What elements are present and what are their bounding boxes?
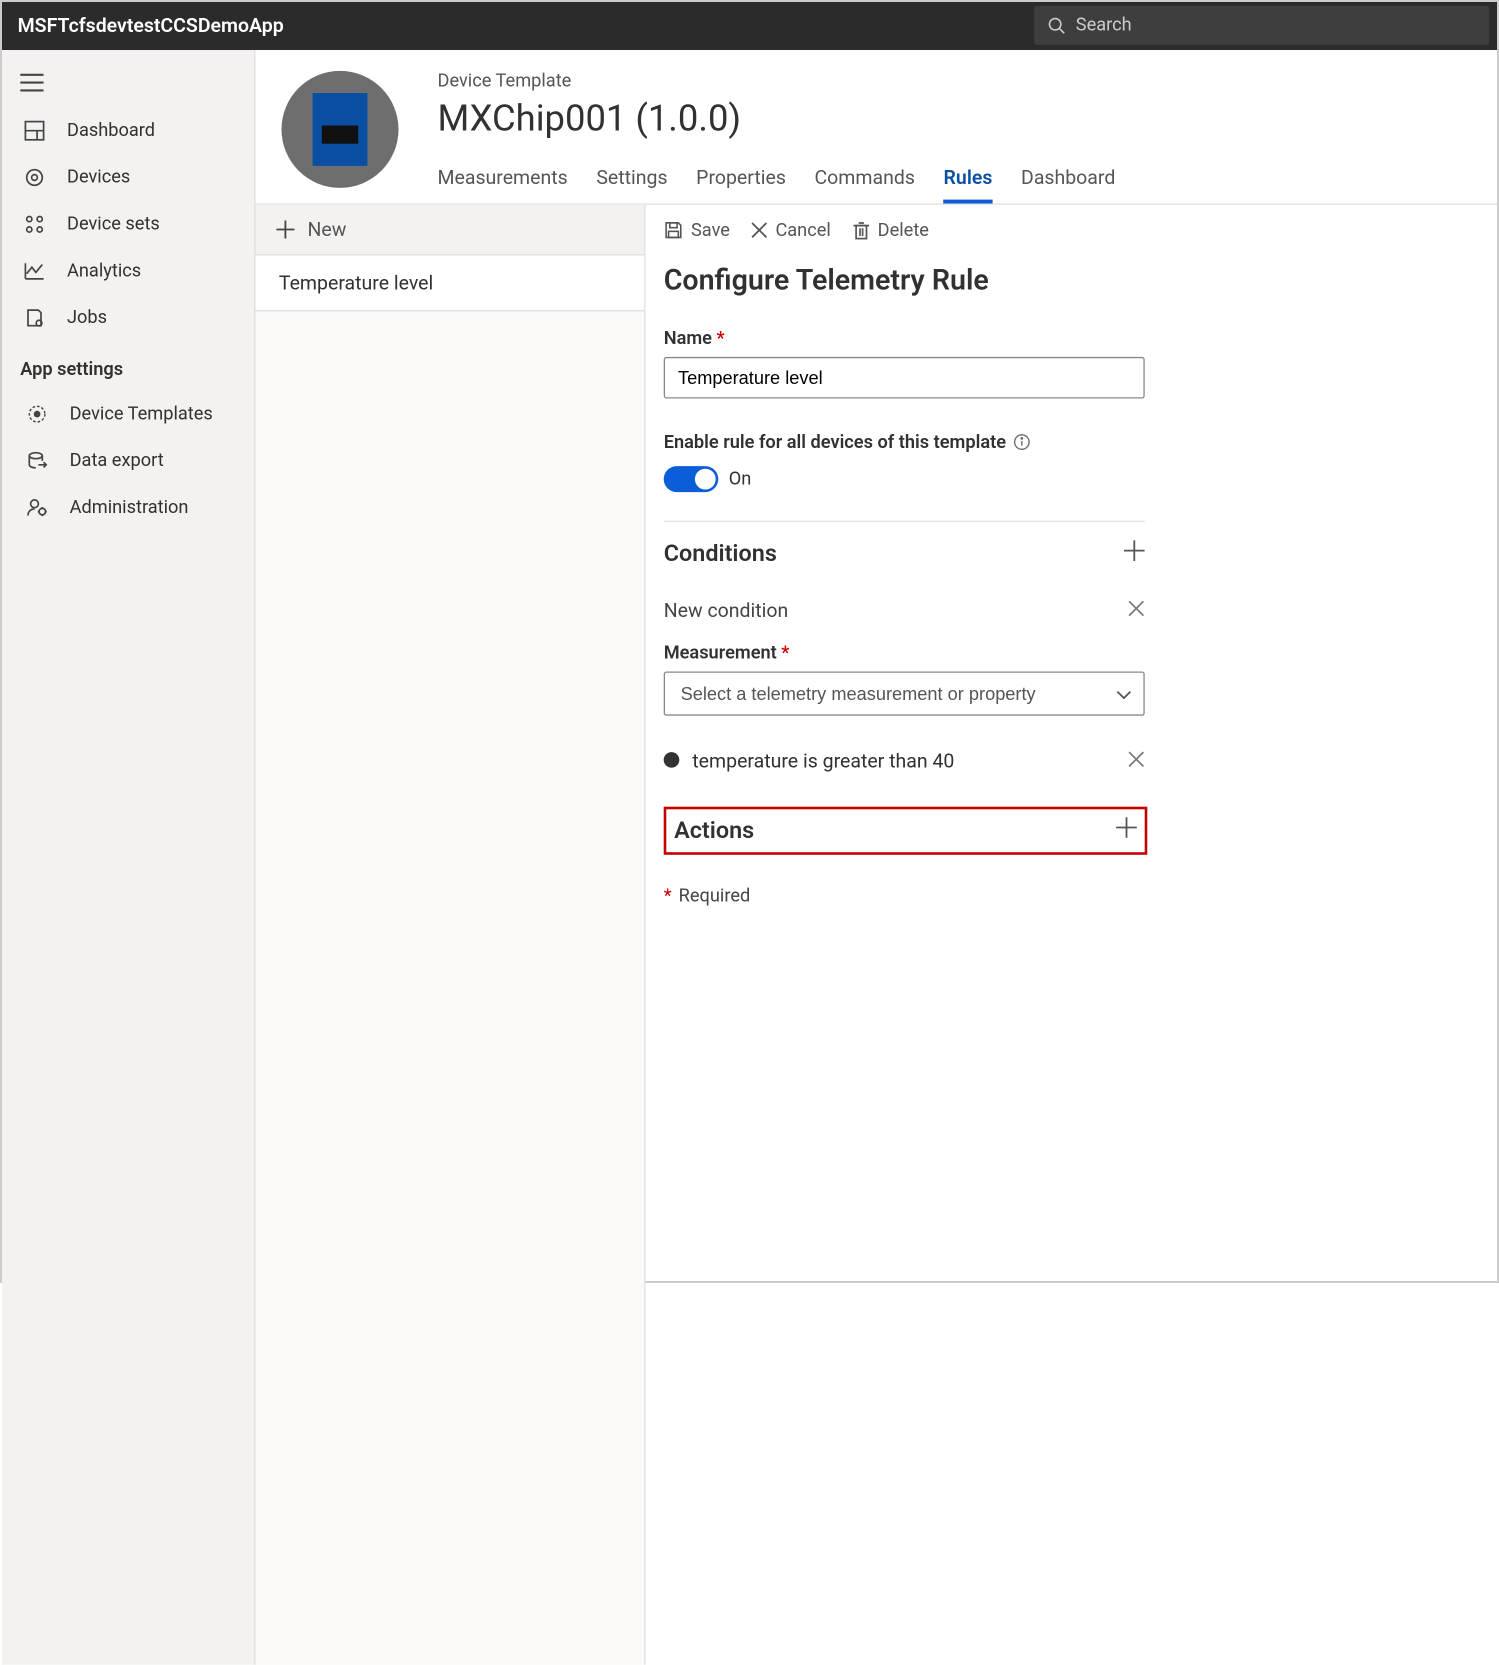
breadcrumb: Device Template [437,71,1115,92]
name-label: Name * [664,328,1479,349]
actions-section: Actions [664,807,1148,855]
add-condition-button[interactable] [1124,540,1145,567]
measurement-label: Measurement * [664,643,1479,664]
plus-icon [1124,540,1145,561]
tab-dashboard[interactable]: Dashboard [1021,166,1115,204]
conditions-label: Conditions [664,540,777,567]
save-button[interactable]: Save [664,220,730,241]
plus-icon [276,220,294,238]
enable-toggle[interactable] [664,466,719,492]
analytics-icon [20,261,49,282]
bullet-icon [664,752,680,768]
rule-list-item[interactable]: Temperature level [255,255,644,311]
sidebar-item-data-export[interactable]: Data export [2,437,254,484]
sidebar-item-label: Administration [70,497,189,518]
sidebar-item-label: Devices [67,167,130,188]
device-sets-icon [20,214,49,235]
hamburger-icon[interactable] [2,63,254,107]
remove-condition-button[interactable] [1128,749,1145,772]
admin-icon [23,497,52,518]
rule-form-title: Configure Telemetry Rule [664,264,1479,297]
close-icon [1128,600,1145,617]
plus-icon [1116,817,1137,838]
devices-icon [20,167,49,188]
enable-label: Enable rule for all devices of this temp… [664,432,1479,453]
close-icon [751,222,768,239]
tabs: Measurements Settings Properties Command… [437,166,1115,204]
sidebar-item-administration[interactable]: Administration [2,484,254,531]
sidebar-item-label: Device sets [67,214,160,235]
sidebar-item-device-sets[interactable]: Device sets [2,201,254,248]
tab-settings[interactable]: Settings [596,166,667,204]
rule-detail-panel: Save Cancel Delete Configure Telemetry R… [646,205,1498,1665]
sidebar-item-label: Dashboard [67,120,155,141]
search-input[interactable]: Search [1034,6,1489,45]
rules-list-panel: New Temperature level [255,205,645,1665]
export-icon [23,450,52,471]
tab-commands[interactable]: Commands [814,166,914,204]
info-icon[interactable] [1014,434,1031,451]
sidebar-item-label: Jobs [67,307,107,328]
cancel-button[interactable]: Cancel [751,220,831,241]
sidebar-item-dashboard[interactable]: Dashboard [2,107,254,154]
toggle-state-label: On [729,469,752,490]
jobs-icon [20,307,49,328]
dashboard-icon [20,120,49,141]
sidebar-item-label: Data export [70,450,164,471]
tab-measurements[interactable]: Measurements [437,166,567,204]
sidebar-item-jobs[interactable]: Jobs [2,294,254,341]
trash-icon [852,221,870,241]
close-icon [1128,751,1145,768]
save-icon [664,221,684,241]
search-icon [1047,17,1065,35]
sidebar-item-label: Device Templates [70,404,213,425]
templates-icon [23,404,52,425]
top-bar: MSFTcfsdevtestCCSDemoApp Search [2,2,1497,50]
rule-name-input[interactable] [664,357,1145,399]
add-action-button[interactable] [1116,817,1137,844]
required-note: * Required [664,886,1479,907]
tab-rules[interactable]: Rules [944,166,993,204]
sidebar-item-analytics[interactable]: Analytics [2,248,254,295]
measurement-select[interactable]: Select a telemetry measurement or proper… [664,671,1145,715]
sidebar: Dashboard Devices Device sets Analytics [2,50,255,1665]
new-condition-label: New condition [664,599,789,622]
actions-label: Actions [674,817,754,844]
sidebar-item-devices[interactable]: Devices [2,154,254,201]
delete-button[interactable]: Delete [852,220,929,241]
existing-condition[interactable]: temperature is greater than 40 [664,749,1145,772]
device-image [282,71,399,188]
sidebar-item-device-templates[interactable]: Device Templates [2,391,254,438]
tab-properties[interactable]: Properties [696,166,786,204]
remove-new-condition-button[interactable] [1128,599,1145,622]
page-title: MXChip001 (1.0.0) [437,97,1115,140]
app-title: MSFTcfsdevtestCCSDemoApp [2,14,284,37]
content-header: Device Template MXChip001 (1.0.0) Measur… [255,50,1497,203]
sidebar-item-label: Analytics [67,261,141,282]
new-rule-button[interactable]: New [255,205,644,256]
sidebar-group-label: App settings [2,341,254,390]
